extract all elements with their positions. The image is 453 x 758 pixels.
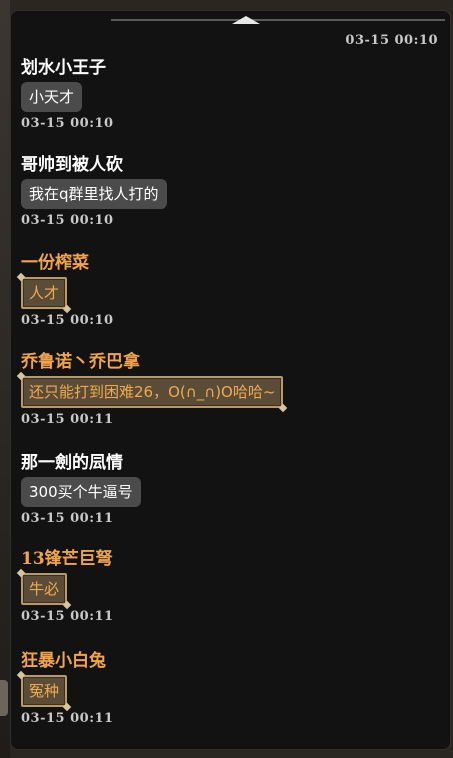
message-time: 03-15 00:10 — [21, 313, 114, 328]
vip-message-bubble: 冤种 — [21, 675, 68, 707]
chat-panel[interactable]: 03-15 00:10 划水小王子 小天才 03-15 00:10 哥帅到被人砍… — [10, 10, 451, 750]
chat-message[interactable]: 那一劍的凨情 300买个牛逼号 03-15 00:11 — [21, 452, 141, 526]
sender-name[interactable]: 乔鲁诺丶乔巴拿 — [21, 351, 283, 373]
sender-name[interactable]: 哥帅到被人砍 — [21, 154, 167, 176]
message-time: 03-15 00:10 — [21, 213, 114, 228]
chat-message[interactable]: 一份榨菜 人才 03-15 00:10 — [21, 252, 114, 328]
sender-name[interactable]: 那一劍的凨情 — [21, 452, 141, 474]
chat-message[interactable]: 乔鲁诺丶乔巴拿 还只能打到困难26，O(∩_∩)O哈哈~ 03-15 00:11 — [21, 351, 284, 427]
message-bubble: 300买个牛逼号 — [21, 477, 141, 507]
vip-message-bubble: 牛必 — [21, 573, 68, 605]
sender-name[interactable]: 13锋芒巨弩 — [21, 548, 114, 570]
message-time: 03-15 00:10 — [21, 116, 114, 131]
chat-message[interactable]: 13锋芒巨弩 牛必 03-15 00:11 — [21, 548, 114, 624]
vip-message-bubble: 人才 — [21, 277, 68, 309]
chat-message[interactable]: 划水小王子 小天才 03-15 00:10 — [21, 57, 114, 131]
side-handle[interactable] — [0, 680, 8, 716]
background-strip — [0, 0, 10, 758]
message-bubble: 我在q群里找人打的 — [21, 179, 167, 209]
chat-message[interactable]: 哥帅到被人砍 我在q群里找人打的 03-15 00:10 — [21, 154, 167, 228]
header-timestamp: 03-15 00:10 — [345, 33, 438, 48]
sender-name[interactable]: 划水小王子 — [21, 57, 114, 79]
sender-name[interactable]: 狂暴小白兔 — [21, 650, 114, 672]
message-time: 03-15 00:11 — [21, 609, 114, 624]
message-bubble: 小天才 — [21, 82, 83, 112]
sender-name[interactable]: 一份榨菜 — [21, 252, 114, 274]
message-time: 03-15 00:11 — [21, 511, 114, 526]
collapse-arrow-icon[interactable] — [232, 16, 260, 24]
top-divider — [111, 19, 445, 21]
chat-message[interactable]: 狂暴小白兔 冤种 03-15 00:11 — [21, 650, 114, 726]
vip-message-bubble: 还只能打到困难26，O(∩_∩)O哈哈~ — [21, 376, 284, 408]
message-time: 03-15 00:11 — [21, 412, 114, 427]
message-time: 03-15 00:11 — [21, 711, 114, 726]
